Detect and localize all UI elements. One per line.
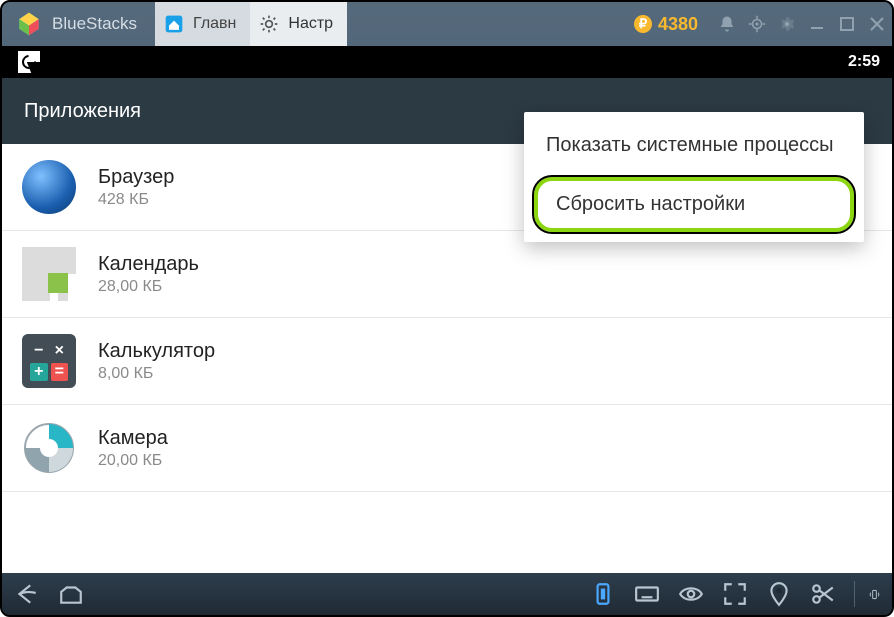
- app-name-label: Камера: [98, 427, 168, 450]
- tab-settings-label: Настр: [288, 15, 333, 33]
- app-row-calendar[interactable]: Календарь 28,00 КБ: [2, 231, 892, 318]
- play-store-icon: [18, 51, 40, 73]
- window-titlebar: BlueStacks Главн Настр ₽ 4380: [2, 2, 892, 46]
- keyboard-icon[interactable]: [634, 581, 660, 607]
- app-size-label: 20,00 КБ: [98, 452, 168, 470]
- bluestacks-logo-icon: [16, 11, 42, 37]
- back-icon[interactable]: [14, 581, 40, 607]
- android-statusbar: 2:59: [2, 46, 892, 78]
- home-icon: [163, 13, 185, 35]
- maximize-button[interactable]: [832, 16, 862, 32]
- app-row-calculator[interactable]: −×+= Калькулятор 8,00 КБ: [2, 318, 892, 405]
- section-title: Приложения: [24, 100, 141, 123]
- app-size-label: 8,00 КБ: [98, 365, 215, 383]
- browser-icon: [22, 160, 76, 214]
- gear-icon: [258, 13, 280, 35]
- app-name-label: Календарь: [98, 253, 199, 276]
- fullscreen-icon[interactable]: [722, 581, 748, 607]
- close-button[interactable]: [862, 16, 892, 32]
- coin-balance[interactable]: ₽ 4380: [634, 14, 698, 35]
- menu-show-system-processes[interactable]: Показать системные процессы: [524, 118, 864, 173]
- status-time: 2:59: [848, 53, 880, 71]
- app-window: BlueStacks Главн Настр ₽ 4380: [0, 0, 894, 617]
- tab-home[interactable]: Главн: [155, 2, 250, 46]
- bell-icon[interactable]: [712, 15, 742, 33]
- minimize-button[interactable]: [802, 16, 832, 32]
- menu-reset-settings[interactable]: Сбросить настройки: [534, 177, 854, 232]
- app-name: BlueStacks: [52, 14, 137, 34]
- coin-icon: ₽: [634, 15, 652, 33]
- location-target-icon[interactable]: [742, 15, 772, 33]
- overflow-menu: Показать системные процессы Сбросить нас…: [524, 112, 864, 242]
- tab-settings[interactable]: Настр: [250, 2, 347, 46]
- scissors-icon[interactable]: [810, 581, 836, 607]
- location-pin-icon[interactable]: [766, 581, 792, 607]
- rotation-lock-icon[interactable]: [590, 581, 616, 607]
- eye-icon[interactable]: [678, 581, 704, 607]
- calendar-icon: [22, 247, 76, 301]
- app-name-label: Калькулятор: [98, 340, 215, 363]
- calculator-icon: −×+=: [22, 334, 76, 388]
- shake-icon[interactable]: [854, 581, 880, 607]
- app-size-label: 28,00 КБ: [98, 278, 199, 296]
- tab-home-label: Главн: [193, 15, 236, 33]
- home-nav-icon[interactable]: [58, 581, 84, 607]
- android-navbar: [2, 573, 892, 615]
- app-size-label: 428 КБ: [98, 191, 174, 209]
- camera-icon: [22, 421, 76, 475]
- coin-balance-value: 4380: [658, 14, 698, 35]
- app-row-camera[interactable]: Камера 20,00 КБ: [2, 405, 892, 492]
- app-name-label: Браузер: [98, 166, 174, 189]
- settings-gear-icon[interactable]: [772, 15, 802, 33]
